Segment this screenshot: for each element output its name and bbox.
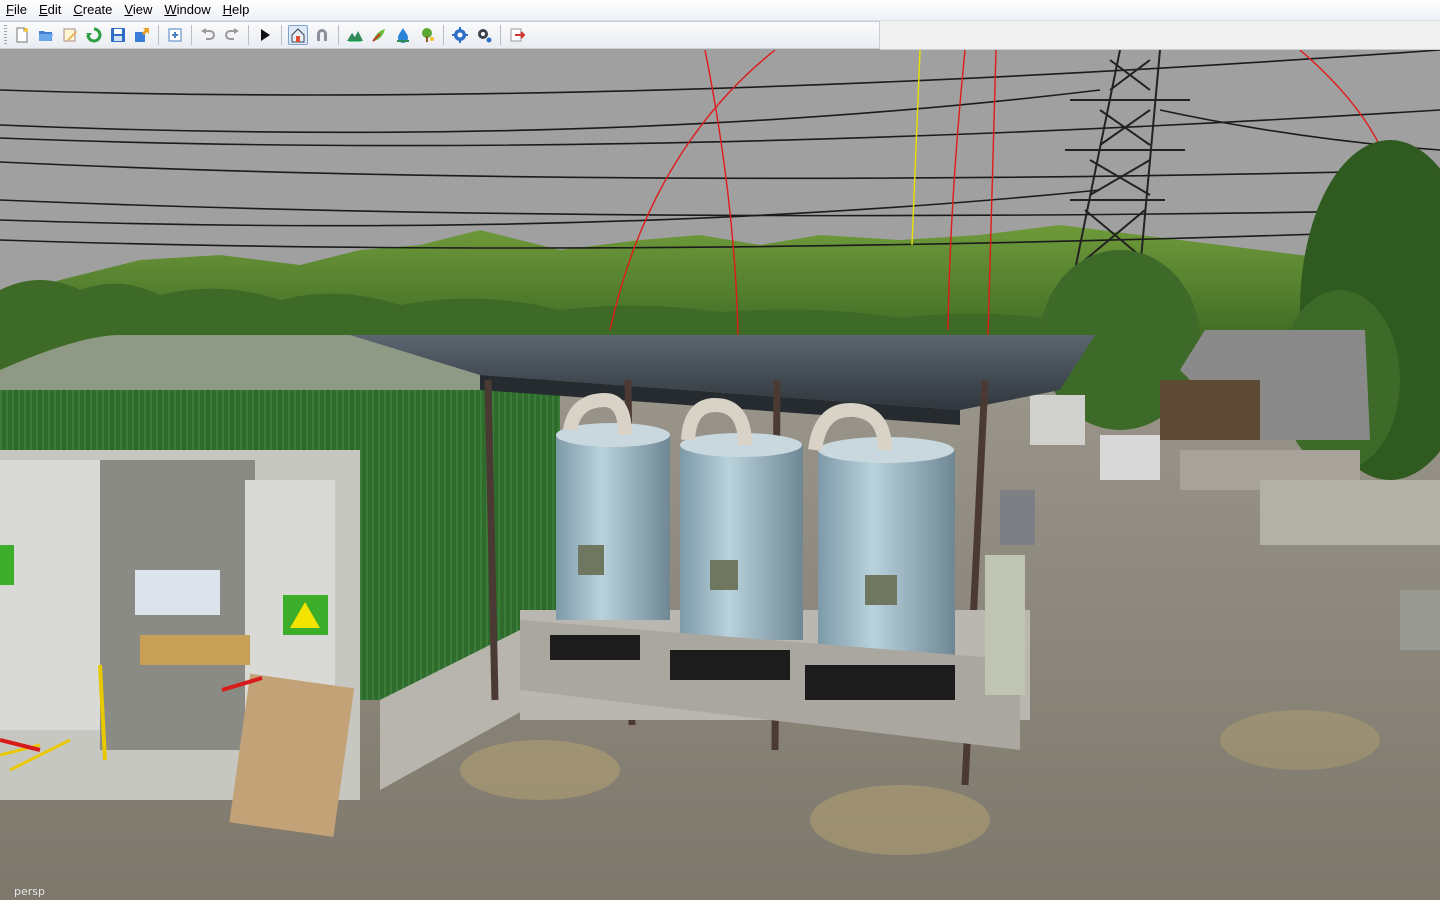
- menu-help[interactable]: Help: [217, 0, 256, 20]
- viewport-scene: [0, 50, 1440, 900]
- undo-icon[interactable]: [198, 25, 218, 45]
- import-icon[interactable]: [165, 25, 185, 45]
- open-folder-icon[interactable]: [36, 25, 56, 45]
- settings-gear-alt-icon[interactable]: [474, 25, 494, 45]
- settings-gear-icon[interactable]: [450, 25, 470, 45]
- main-toolbar: [0, 21, 880, 49]
- water-icon[interactable]: [393, 25, 413, 45]
- tree-icon[interactable]: [417, 25, 437, 45]
- magnet-icon[interactable]: [312, 25, 332, 45]
- menu-create[interactable]: Create: [67, 0, 118, 20]
- refresh-icon[interactable]: [84, 25, 104, 45]
- edit-file-icon[interactable]: [60, 25, 80, 45]
- new-file-icon[interactable]: [12, 25, 32, 45]
- terrain-icon[interactable]: [345, 25, 365, 45]
- camera-label: persp: [14, 885, 45, 898]
- toolbar-separator: [500, 25, 501, 45]
- toolbar-separator: [443, 25, 444, 45]
- foliage-icon[interactable]: [369, 25, 389, 45]
- menu-view[interactable]: View: [118, 0, 158, 20]
- toolbar-separator: [191, 25, 192, 45]
- save-icon[interactable]: [108, 25, 128, 45]
- menu-window[interactable]: Window: [158, 0, 216, 20]
- toolbar-grip[interactable]: [4, 25, 7, 45]
- toolbar-separator: [248, 25, 249, 45]
- exit-icon[interactable]: [507, 25, 527, 45]
- toolbar-empty-area: [880, 21, 1440, 50]
- play-icon[interactable]: [255, 25, 275, 45]
- menu-edit[interactable]: Edit: [33, 0, 67, 20]
- toolbar-separator: [338, 25, 339, 45]
- 3d-viewport[interactable]: persp: [0, 50, 1440, 900]
- toolbar-separator: [158, 25, 159, 45]
- home-select-icon[interactable]: [288, 25, 308, 45]
- export-icon[interactable]: [132, 25, 152, 45]
- toolbar-separator: [281, 25, 282, 45]
- redo-icon[interactable]: [222, 25, 242, 45]
- menu-file[interactable]: File: [0, 0, 33, 20]
- menu-bar: File Edit Create View Window Help: [0, 0, 1440, 21]
